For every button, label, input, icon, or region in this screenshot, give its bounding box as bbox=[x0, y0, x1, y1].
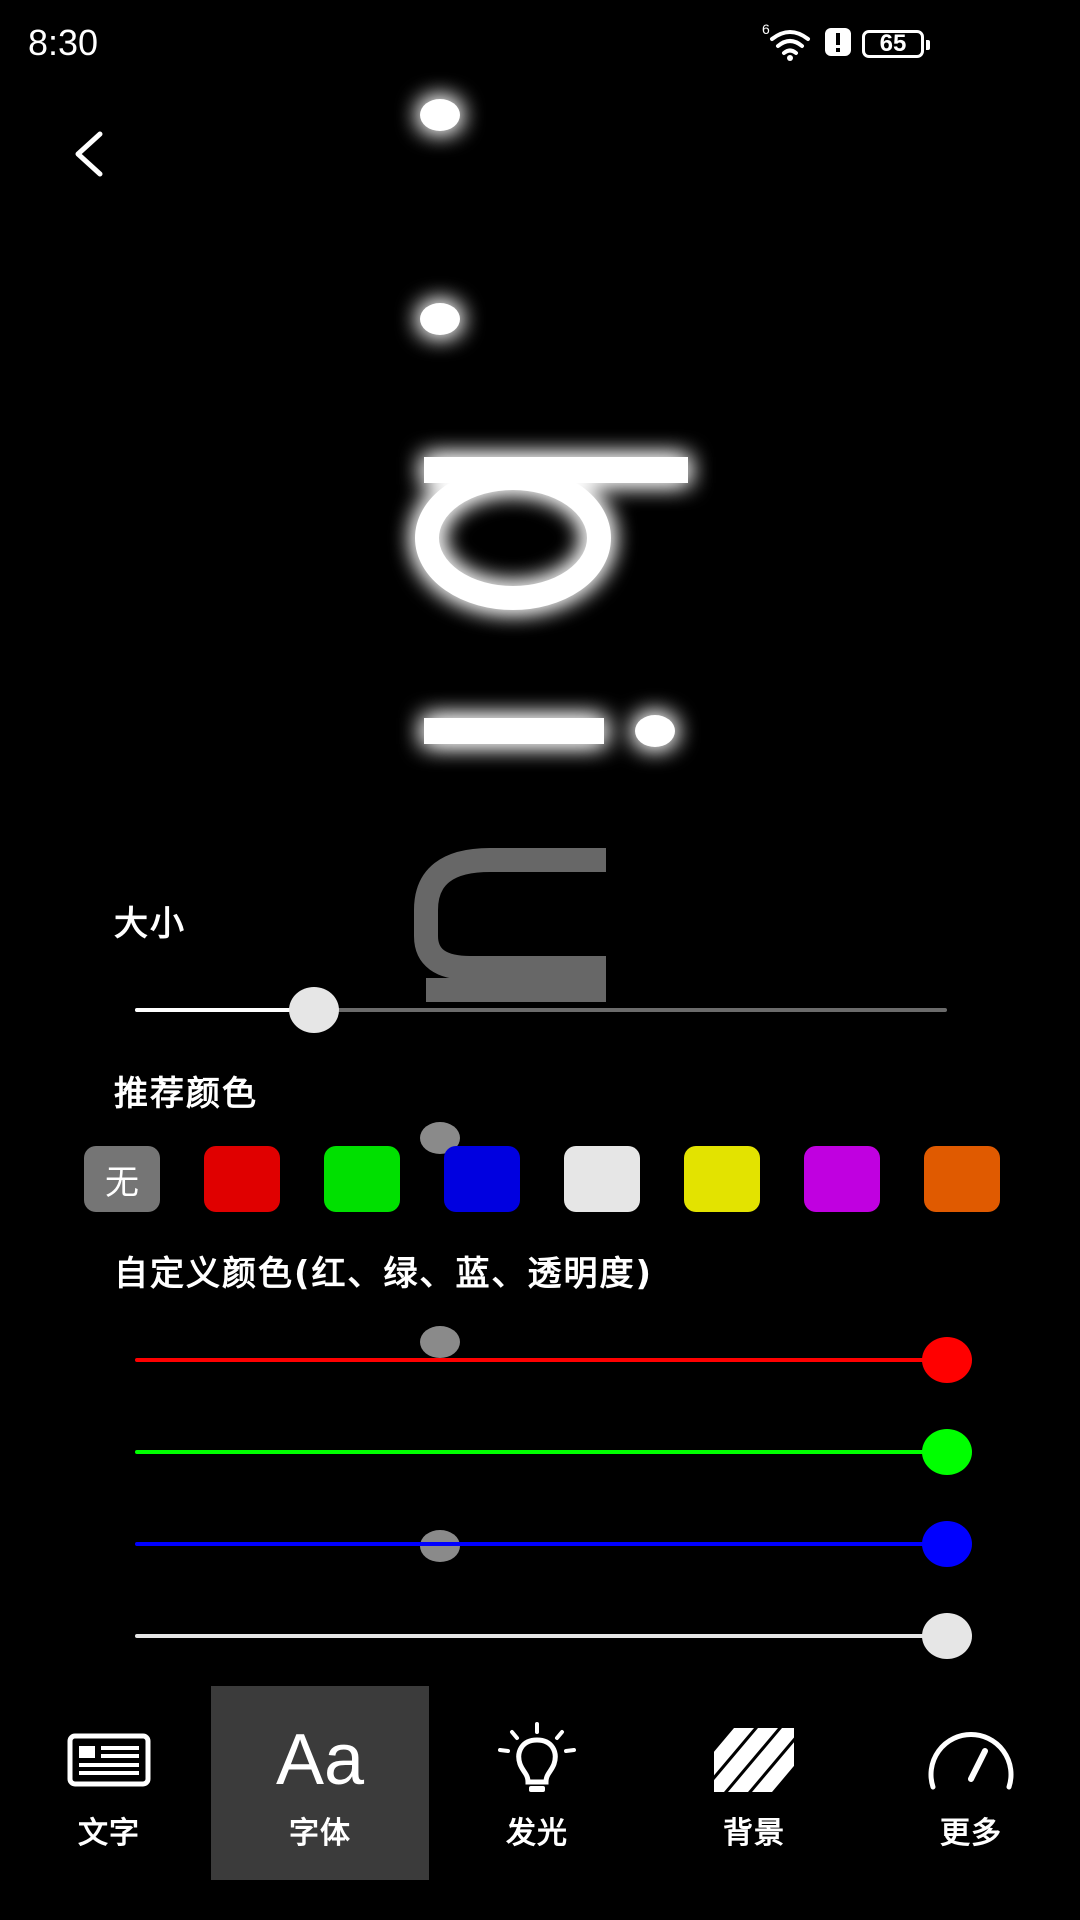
bottom-nav: 文字 Aa 字体 发光 背景 更多 bbox=[0, 1686, 1080, 1880]
custom-color-label: 自定义颜色(红、绿、蓝、透明度) bbox=[114, 1254, 654, 1294]
nav-label-glow: 发光 bbox=[506, 1816, 568, 1851]
status-time: 8:30 bbox=[28, 22, 99, 63]
nav-label-text: 文字 bbox=[78, 1816, 140, 1851]
channel-slider-thumb-red[interactable] bbox=[922, 1337, 972, 1383]
channel-slider-thumb-blue[interactable] bbox=[922, 1521, 972, 1567]
font-aa-glyph: Aa bbox=[275, 1720, 365, 1800]
size-slider-thumb[interactable] bbox=[288, 987, 339, 1033]
stripes-icon bbox=[694, 1718, 814, 1802]
swatch-color-5[interactable] bbox=[684, 1146, 760, 1212]
channel-slider-thumb-green[interactable] bbox=[922, 1429, 972, 1475]
status-icons: 6 65 bbox=[762, 21, 930, 64]
nav-label-more: 更多 bbox=[940, 1816, 1002, 1851]
font-aa-icon: Aa bbox=[260, 1718, 380, 1802]
swatch-color-6[interactable] bbox=[804, 1146, 880, 1212]
swatch-none[interactable]: 无 bbox=[84, 1146, 160, 1212]
color-swatches: 无 bbox=[84, 1146, 1000, 1212]
swatch-color-1[interactable] bbox=[204, 1146, 280, 1212]
text-card-icon bbox=[49, 1718, 169, 1802]
nav-item-more[interactable]: 更多 bbox=[862, 1686, 1080, 1880]
channel-slider-track-green bbox=[135, 1450, 947, 1454]
wifi-icon: 6 bbox=[762, 21, 814, 61]
chevron-left-icon bbox=[75, 131, 103, 177]
channel-slider-track-alpha bbox=[135, 1634, 947, 1638]
size-slider[interactable] bbox=[135, 980, 947, 1040]
swatch-color-7[interactable] bbox=[924, 1146, 1000, 1212]
nav-item-glow[interactable]: 发光 bbox=[428, 1686, 646, 1880]
channel-slider-green[interactable] bbox=[135, 1422, 972, 1482]
nav-item-font[interactable]: Aa 字体 bbox=[211, 1686, 429, 1880]
battery-icon: 65 bbox=[862, 30, 930, 58]
channel-slider-track-red bbox=[135, 1358, 947, 1362]
nav-item-background[interactable]: 背景 bbox=[645, 1686, 863, 1880]
size-slider-fill bbox=[135, 1008, 314, 1012]
recommended-colors-label: 推荐颜色 bbox=[114, 1074, 258, 1114]
swatch-color-4[interactable] bbox=[564, 1146, 640, 1212]
alert-icon bbox=[824, 27, 852, 61]
channel-slider-alpha[interactable] bbox=[135, 1606, 972, 1666]
speedometer-icon bbox=[911, 1718, 1031, 1802]
back-button[interactable] bbox=[62, 124, 122, 184]
swatch-color-2[interactable] bbox=[324, 1146, 400, 1212]
nav-label-font: 字体 bbox=[289, 1816, 351, 1851]
channel-slider-track-blue bbox=[135, 1542, 947, 1546]
channel-slider-thumb-alpha[interactable] bbox=[922, 1613, 972, 1659]
size-label: 大小 bbox=[114, 904, 186, 944]
nav-label-background: 背景 bbox=[723, 1816, 785, 1851]
channel-slider-blue[interactable] bbox=[135, 1514, 972, 1574]
lightbulb-icon bbox=[477, 1718, 597, 1802]
swatch-color-3[interactable] bbox=[444, 1146, 520, 1212]
channel-slider-red[interactable] bbox=[135, 1330, 972, 1390]
nav-item-text[interactable]: 文字 bbox=[0, 1686, 218, 1880]
network-badge: 6 bbox=[762, 21, 770, 37]
